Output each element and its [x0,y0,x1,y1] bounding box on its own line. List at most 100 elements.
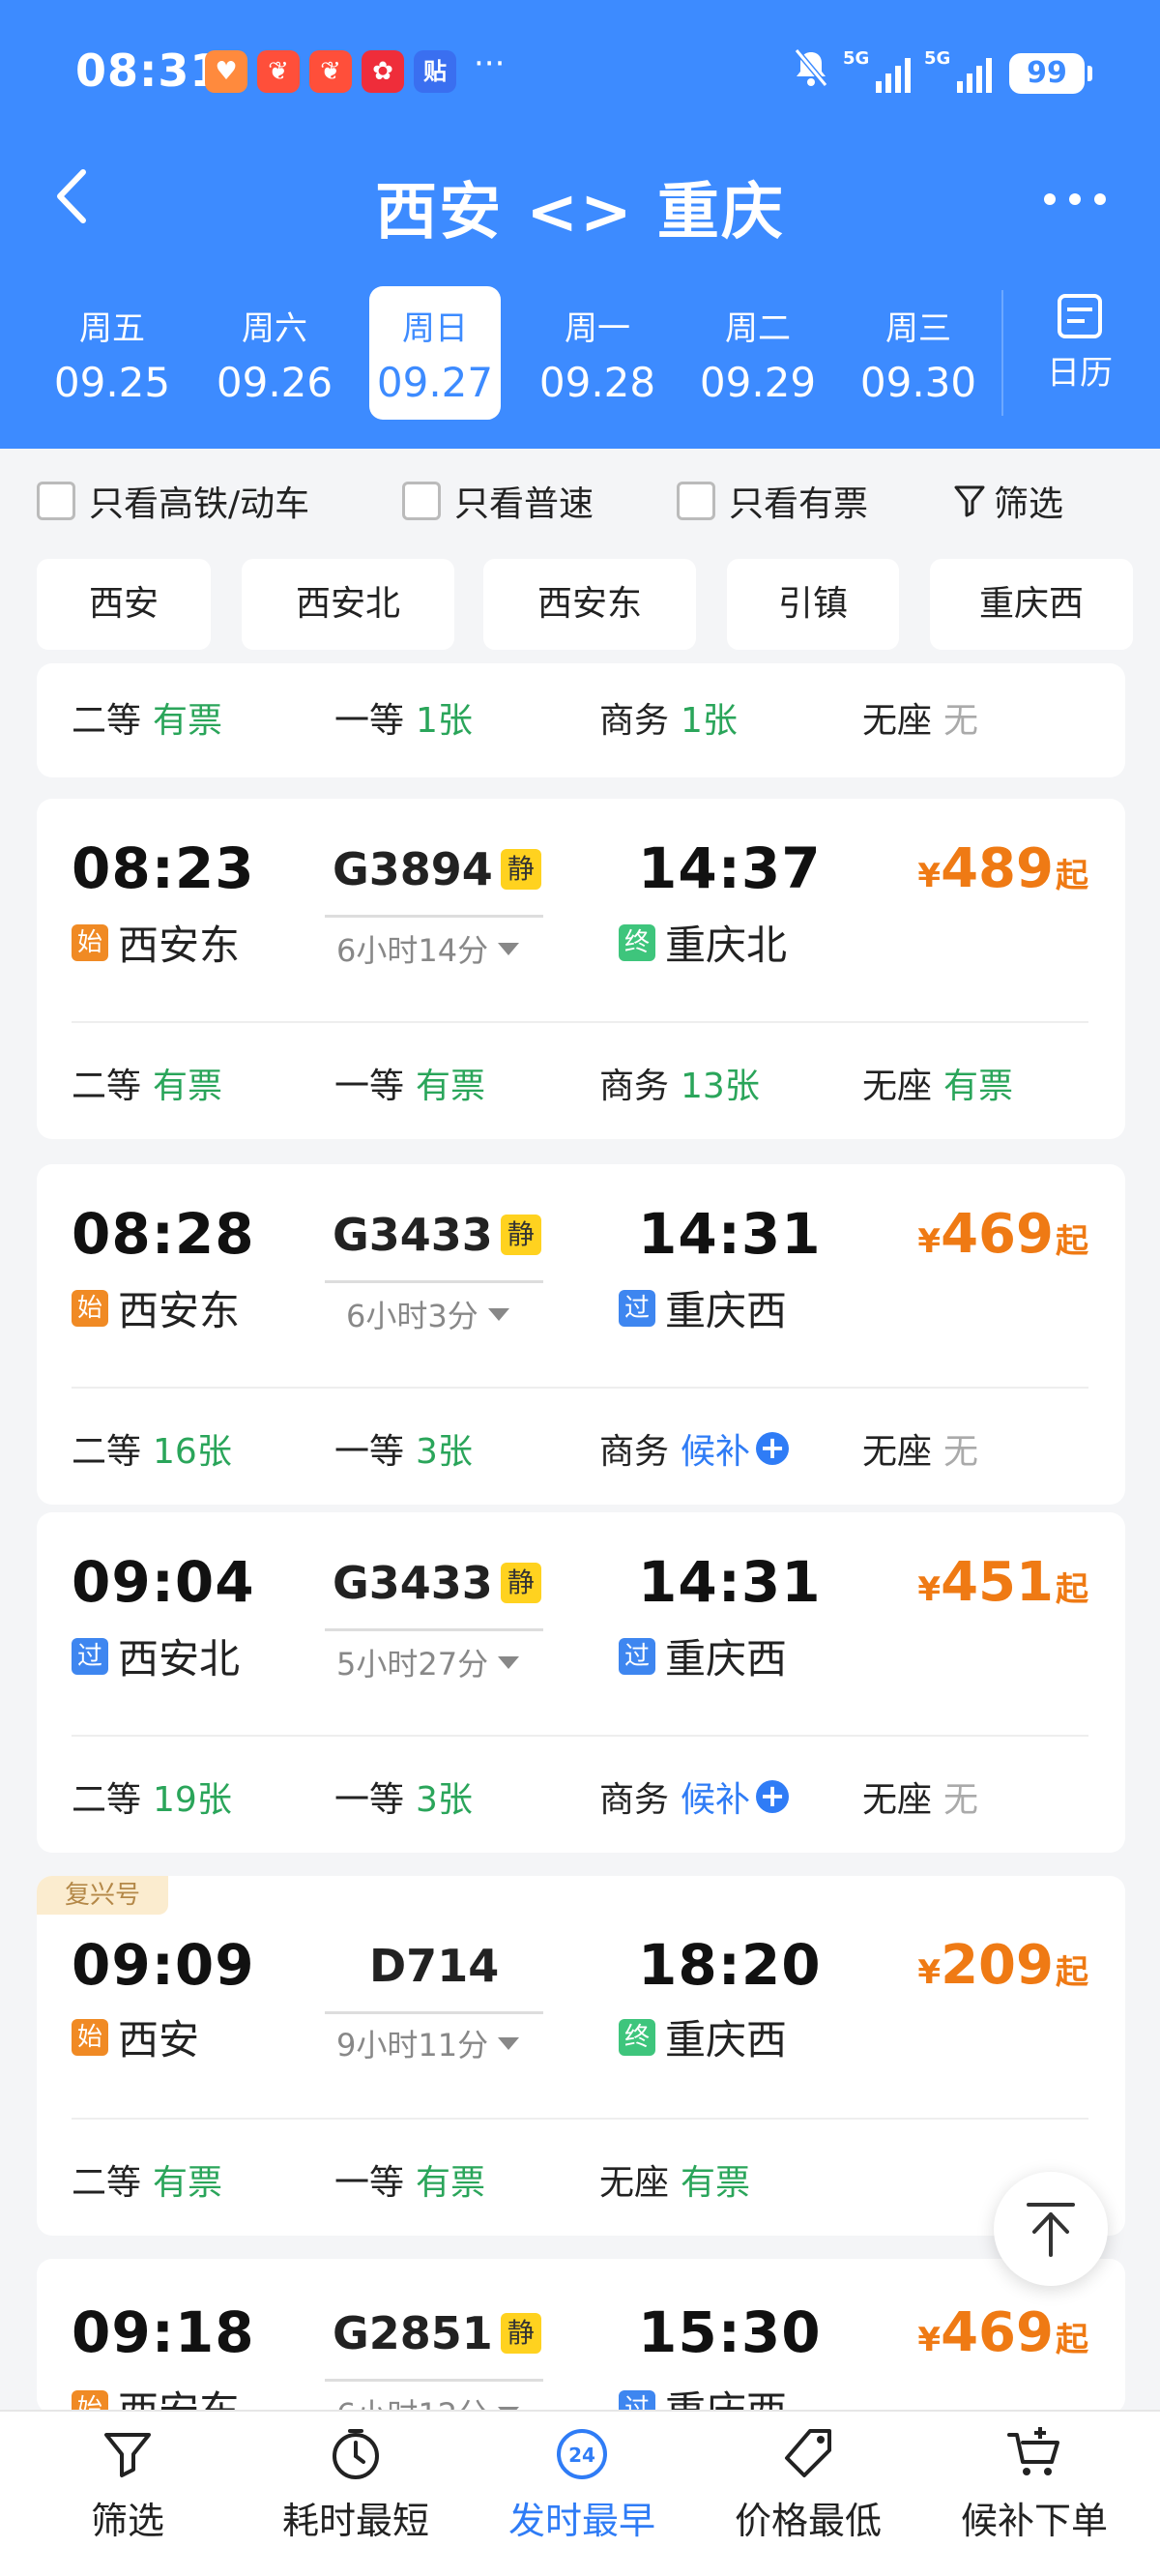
terminal-tag: 终 [619,2018,655,2056]
train-number: G3894 静 [333,843,541,895]
origin-tag: 始 [72,2018,108,2056]
calendar-button[interactable]: 日历 [1027,294,1133,394]
depart-time: 09:18 [72,2299,255,2365]
train-card[interactable]: 09:18 G2851静 6小时12分 15:30 始西安东 过重庆西 ¥469… [37,2259,1125,2414]
seat-no-seat: 无座无 [862,701,979,741]
train-card[interactable]: 08:28 G3433 静 6小时3分 14:31 始西安东 过重庆西 ¥469 起… [37,1164,1125,1505]
back-to-top-button[interactable] [994,2172,1108,2286]
date-tab-1[interactable]: 周五 09.25 [46,286,178,420]
station-chip[interactable]: 西安北 [242,559,454,650]
seat-business-waitlist[interactable]: 商务 候补 + [599,1423,790,1474]
train-card[interactable]: 09:04 G3433 静 5小时27分 14:31 过西安北 过重庆西 ¥451… [37,1512,1125,1853]
tab-earliest-departure[interactable]: 24 发时最早 [466,2425,698,2544]
fuxing-badge: 复兴号 [37,1876,168,1915]
station-chip[interactable]: 引镇 [727,559,899,650]
tab-shortest-duration[interactable]: 耗时最短 [240,2425,472,2544]
arrow-up-icon [1027,2203,1075,2257]
from-station: 始西安东 [72,2379,240,2414]
depart-time: 08:28 [72,1201,255,1267]
divider [72,1735,1088,1737]
duration-toggle[interactable]: 9小时11分 [336,2021,520,2065]
funnel-icon [954,485,985,517]
date-tab-3-selected[interactable]: 周日 09.27 [369,286,501,420]
seat-second-class: 二等 有票 [72,1067,223,1106]
divider [72,1387,1088,1389]
date-tab-6[interactable]: 周三 09.30 [853,286,984,420]
depart-time: 08:23 [72,835,255,901]
signal-icon: 5G [843,48,911,93]
passing-tag: 过 [619,1637,655,1675]
svg-text:24: 24 [568,2444,595,2467]
seat-business-waitlist[interactable]: 商务 候补 + [599,1771,790,1822]
station-chip[interactable]: 西安 [37,559,211,650]
stopwatch-icon [333,2429,379,2479]
seat-first-class: 一等 1张 [334,701,473,741]
station-chip[interactable]: 重庆西 [930,559,1133,650]
header: 08:31 ♥ ❦ ❦ ✿ 贴 ··· 5G 5G 99 西安 <> 重庆 周五… [0,0,1160,449]
24h-clock-icon: 24 [557,2429,607,2479]
seat-no-seat: 无座无 [862,1780,979,1820]
divider [72,1021,1088,1023]
date-tab-5[interactable]: 周二 09.29 [692,286,824,420]
seat-no-seat: 无座 有票 [862,1067,1014,1106]
train-card[interactable]: 复兴号 09:09 D714 9小时11分 18:20 始西安 终重庆西 ¥20… [37,1876,1125,2236]
to-station: 过重庆西 [619,2379,787,2414]
passing-tag: 过 [619,1289,655,1327]
seat-row: 二等 有票 一等 1张 商务 1张 无座无 [37,692,1125,750]
date-tab-4[interactable]: 周一 09.28 [532,286,663,420]
arrive-time: 18:20 [638,1932,822,1998]
price-tag-icon [785,2429,831,2477]
battery-icon: 99 [1009,53,1092,94]
quiet-car-badge: 静 [500,849,541,890]
page-title: 西安 <> 重庆 [375,177,785,249]
depart-time: 09:04 [72,1549,255,1615]
more-menu-button[interactable] [1044,193,1106,205]
train-number: G3433 静 [333,1557,541,1609]
arrive-time: 15:30 [638,2299,822,2365]
terminal-tag: 终 [619,923,655,961]
seat-no-seat: 无座 有票 [599,2163,751,2203]
price: ¥469 起 [917,2301,1088,2364]
from-station: 过西安北 [72,1626,240,1685]
caret-down-icon [498,942,520,955]
divider [1001,290,1003,416]
date-selector: 周五 09.25 周六 09.26 周日 09.27 周一 09.28 周二 0… [0,282,1160,427]
from-station: 始西安东 [72,1278,240,1337]
train-number: G3433 静 [333,1209,541,1261]
caret-down-icon [498,2036,520,2050]
cart-icon [1007,2427,1059,2475]
honor-app-icon-2: ❦ [309,50,352,93]
available-only-checkbox[interactable]: 只看有票 [677,476,868,526]
status-bar: 08:31 ♥ ❦ ❦ ✿ 贴 ··· 5G 5G 99 [0,0,1160,145]
seat-no-seat: 无座无 [862,1432,979,1472]
origin-tag: 始 [72,923,108,961]
signal-icon-2: 5G [924,48,992,93]
seat-first-class: 一等 有票 [334,2163,486,2203]
station-chip[interactable]: 西安东 [483,559,696,650]
plus-circle-icon: + [756,1780,790,1813]
to-station: 终重庆北 [619,913,787,972]
seat-second-class: 二等 有票 [72,701,223,741]
tab-filter[interactable]: 筛选 [12,2425,244,2544]
filter-button[interactable]: 筛选 [953,476,1063,526]
tab-waitlist-order[interactable]: 候补下单 [918,2425,1150,2544]
status-more-icon: ··· [474,44,506,83]
plus-circle-icon: + [756,1432,790,1465]
duration-toggle[interactable]: 6小时14分 [336,926,520,971]
seat-row: 二等 19张 一等 3张 商务 候补 + 无座无 [37,1771,1125,1830]
passing-tag: 过 [72,1637,108,1675]
station-chips: 西安 西安北 西安东 引镇 重庆西 [0,553,1160,650]
tab-lowest-price[interactable]: 价格最低 [692,2425,924,2544]
honor-app-icon: ❦ [257,50,300,93]
train-card-partial[interactable]: 二等 有票 一等 1张 商务 1张 无座无 [37,663,1125,777]
duration-toggle[interactable]: 5小时27分 [336,1640,520,1684]
pdd-app-icon: ✿ [362,50,404,93]
high-speed-only-checkbox[interactable]: 只看高铁/动车 [37,476,309,526]
route-line [325,2011,543,2014]
date-tab-2[interactable]: 周六 09.26 [209,286,340,420]
checkbox-icon [402,482,441,520]
train-number: G2851 静 [333,2307,541,2359]
normal-speed-only-checkbox[interactable]: 只看普速 [402,476,594,526]
train-card[interactable]: 08:23 G3894 静 6小时14分 14:37 始西安东 终重庆北 ¥489… [37,799,1125,1139]
duration-toggle[interactable]: 6小时3分 [346,1292,509,1336]
